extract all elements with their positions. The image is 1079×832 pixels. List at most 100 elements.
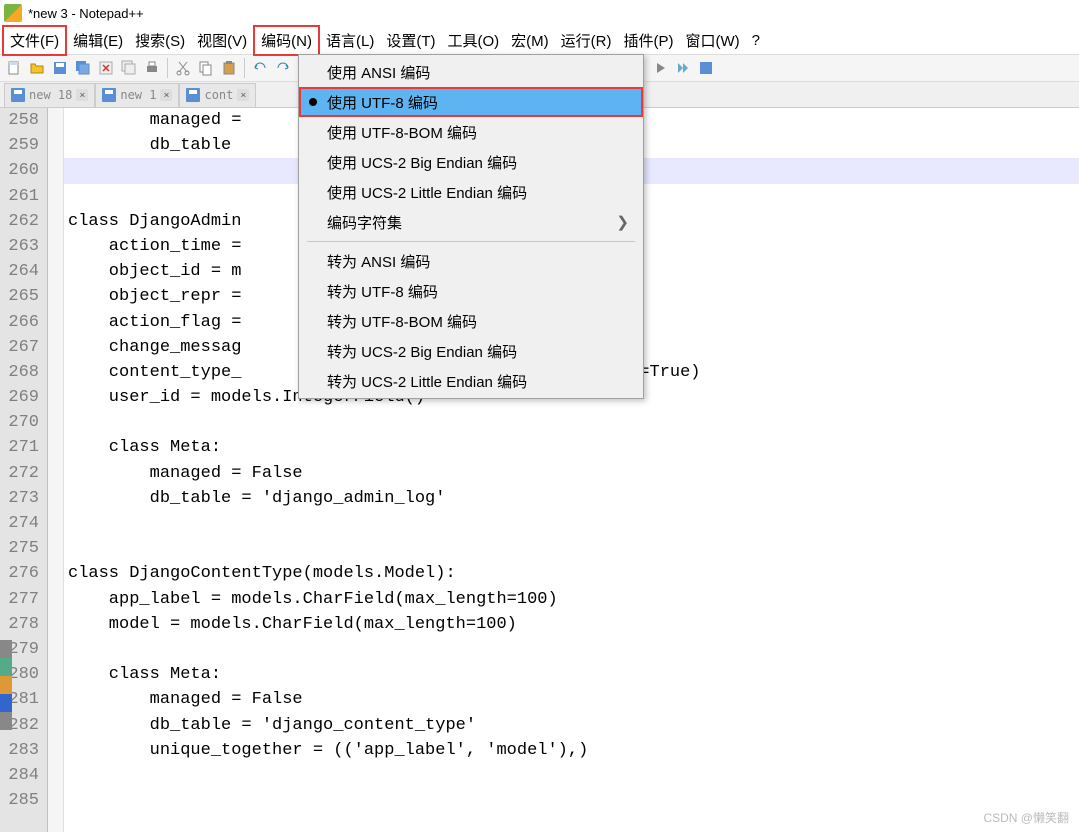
code-line[interactable]: app_label = models.CharField(max_length=… (64, 587, 1079, 612)
code-line[interactable]: db_table = 'django_admin_log' (64, 486, 1079, 511)
line-number: 284 (4, 763, 39, 788)
encoding-option[interactable]: 转为 UTF-8 编码 (299, 276, 643, 306)
code-line[interactable] (64, 763, 1079, 788)
menubar: 文件(F)编辑(E)搜索(S)视图(V)编码(N)语言(L)设置(T)工具(O)… (0, 26, 1079, 54)
code-line[interactable]: model = models.CharField(max_length=100) (64, 612, 1079, 637)
tab-close-icon[interactable]: × (160, 89, 172, 101)
code-line[interactable]: managed = False (64, 461, 1079, 486)
disk-icon (102, 88, 116, 102)
disk-icon (186, 88, 200, 102)
watermark: CSDN @懒笑翻 (983, 809, 1069, 826)
line-number: 273 (4, 486, 39, 511)
line-number: 274 (4, 511, 39, 536)
encoding-option[interactable]: 转为 UTF-8-BOM 编码 (299, 306, 643, 336)
line-number: 263 (4, 234, 39, 259)
copy-icon[interactable] (196, 58, 216, 78)
menu-11[interactable]: 窗口(W) (679, 27, 745, 54)
line-number: 269 (4, 385, 39, 410)
tab-1[interactable]: new 1 × (95, 83, 179, 107)
cut-icon[interactable] (173, 58, 193, 78)
line-number: 266 (4, 310, 39, 335)
line-number: 270 (4, 410, 39, 435)
line-number: 261 (4, 184, 39, 209)
tab-label: cont (204, 88, 233, 102)
menu-3[interactable]: 视图(V) (191, 27, 253, 54)
menu-4[interactable]: 编码(N) (253, 25, 320, 56)
menu-0[interactable]: 文件(F) (2, 25, 67, 56)
window-title: *new 3 - Notepad++ (28, 6, 144, 21)
line-number: 264 (4, 259, 39, 284)
tab-label: new 18 (29, 88, 72, 102)
tab-close-icon[interactable]: × (237, 89, 249, 101)
new-file-icon[interactable] (4, 58, 24, 78)
menu-item-label: 使用 ANSI 编码 (327, 62, 430, 83)
encoding-menu-dropdown: 使用 ANSI 编码使用 UTF-8 编码使用 UTF-8-BOM 编码使用 U… (298, 54, 644, 399)
menu-2[interactable]: 搜索(S) (129, 27, 191, 54)
code-line[interactable]: class Meta: (64, 435, 1079, 460)
code-line[interactable]: unique_together = (('app_label', 'model'… (64, 738, 1079, 763)
line-number: 272 (4, 461, 39, 486)
tab-0[interactable]: new 18 × (4, 83, 95, 107)
tab-close-icon[interactable]: × (76, 89, 88, 101)
menu-item-label: 转为 ANSI 编码 (327, 251, 430, 272)
menu-10[interactable]: 插件(P) (617, 27, 679, 54)
menu-12[interactable]: ? (746, 29, 766, 52)
fold-column[interactable] (48, 108, 64, 832)
submenu-arrow-icon: ❯ (616, 213, 629, 231)
encoding-option[interactable]: 转为 UCS-2 Big Endian 编码 (299, 336, 643, 366)
line-number: 277 (4, 587, 39, 612)
menu-5[interactable]: 语言(L) (320, 27, 380, 54)
menu-9[interactable]: 运行(R) (555, 27, 618, 54)
change-marker (0, 640, 12, 730)
print-icon[interactable] (142, 58, 162, 78)
open-file-icon[interactable] (27, 58, 47, 78)
encoding-option[interactable]: 转为 ANSI 编码 (299, 246, 643, 276)
save-icon[interactable] (50, 58, 70, 78)
code-line[interactable] (64, 511, 1079, 536)
code-line[interactable] (64, 536, 1079, 561)
encoding-option[interactable]: 使用 ANSI 编码 (299, 57, 643, 87)
line-number: 258 (4, 108, 39, 133)
play-macro-icon[interactable] (650, 58, 670, 78)
code-line[interactable] (64, 637, 1079, 662)
redo-icon[interactable] (273, 58, 293, 78)
code-line[interactable]: managed = False (64, 687, 1079, 712)
menu-8[interactable]: 宏(M) (505, 27, 555, 54)
paste-icon[interactable] (219, 58, 239, 78)
line-number: 285 (4, 788, 39, 813)
line-number: 275 (4, 536, 39, 561)
encoding-option[interactable]: 使用 UCS-2 Big Endian 编码 (299, 147, 643, 177)
encoding-option[interactable]: 使用 UCS-2 Little Endian 编码 (299, 177, 643, 207)
code-line[interactable] (64, 410, 1079, 435)
code-line[interactable]: class Meta: (64, 662, 1079, 687)
code-line[interactable]: db_table = 'django_content_type' (64, 713, 1079, 738)
undo-icon[interactable] (250, 58, 270, 78)
menu-7[interactable]: 工具(O) (441, 27, 505, 54)
play-multi-icon[interactable] (673, 58, 693, 78)
close-all-icon[interactable] (119, 58, 139, 78)
menu-6[interactable]: 设置(T) (380, 27, 441, 54)
encoding-option[interactable]: 使用 UTF-8-BOM 编码 (299, 117, 643, 147)
close-icon[interactable] (96, 58, 116, 78)
bullet-icon (309, 98, 317, 106)
line-number: 268 (4, 360, 39, 385)
tab-label: new 1 (120, 88, 156, 102)
save-macro-icon[interactable] (696, 58, 716, 78)
line-number: 283 (4, 738, 39, 763)
tab-2[interactable]: cont × (179, 83, 256, 107)
encoding-option[interactable]: 转为 UCS-2 Little Endian 编码 (299, 366, 643, 396)
line-number: 271 (4, 435, 39, 460)
menu-item-label: 转为 UTF-8-BOM 编码 (327, 311, 477, 332)
line-number: 259 (4, 133, 39, 158)
titlebar: *new 3 - Notepad++ (0, 0, 1079, 26)
disk-icon (11, 88, 25, 102)
code-line[interactable]: class DjangoContentType(models.Model): (64, 561, 1079, 586)
line-number: 262 (4, 209, 39, 234)
encoding-option[interactable]: 使用 UTF-8 编码 (299, 87, 643, 117)
menu-1[interactable]: 编辑(E) (67, 27, 129, 54)
menu-item-label: 转为 UCS-2 Little Endian 编码 (327, 371, 527, 392)
save-all-icon[interactable] (73, 58, 93, 78)
encoding-option[interactable]: 编码字符集❯ (299, 207, 643, 237)
menu-item-label: 转为 UCS-2 Big Endian 编码 (327, 341, 517, 362)
code-line[interactable] (64, 788, 1079, 813)
